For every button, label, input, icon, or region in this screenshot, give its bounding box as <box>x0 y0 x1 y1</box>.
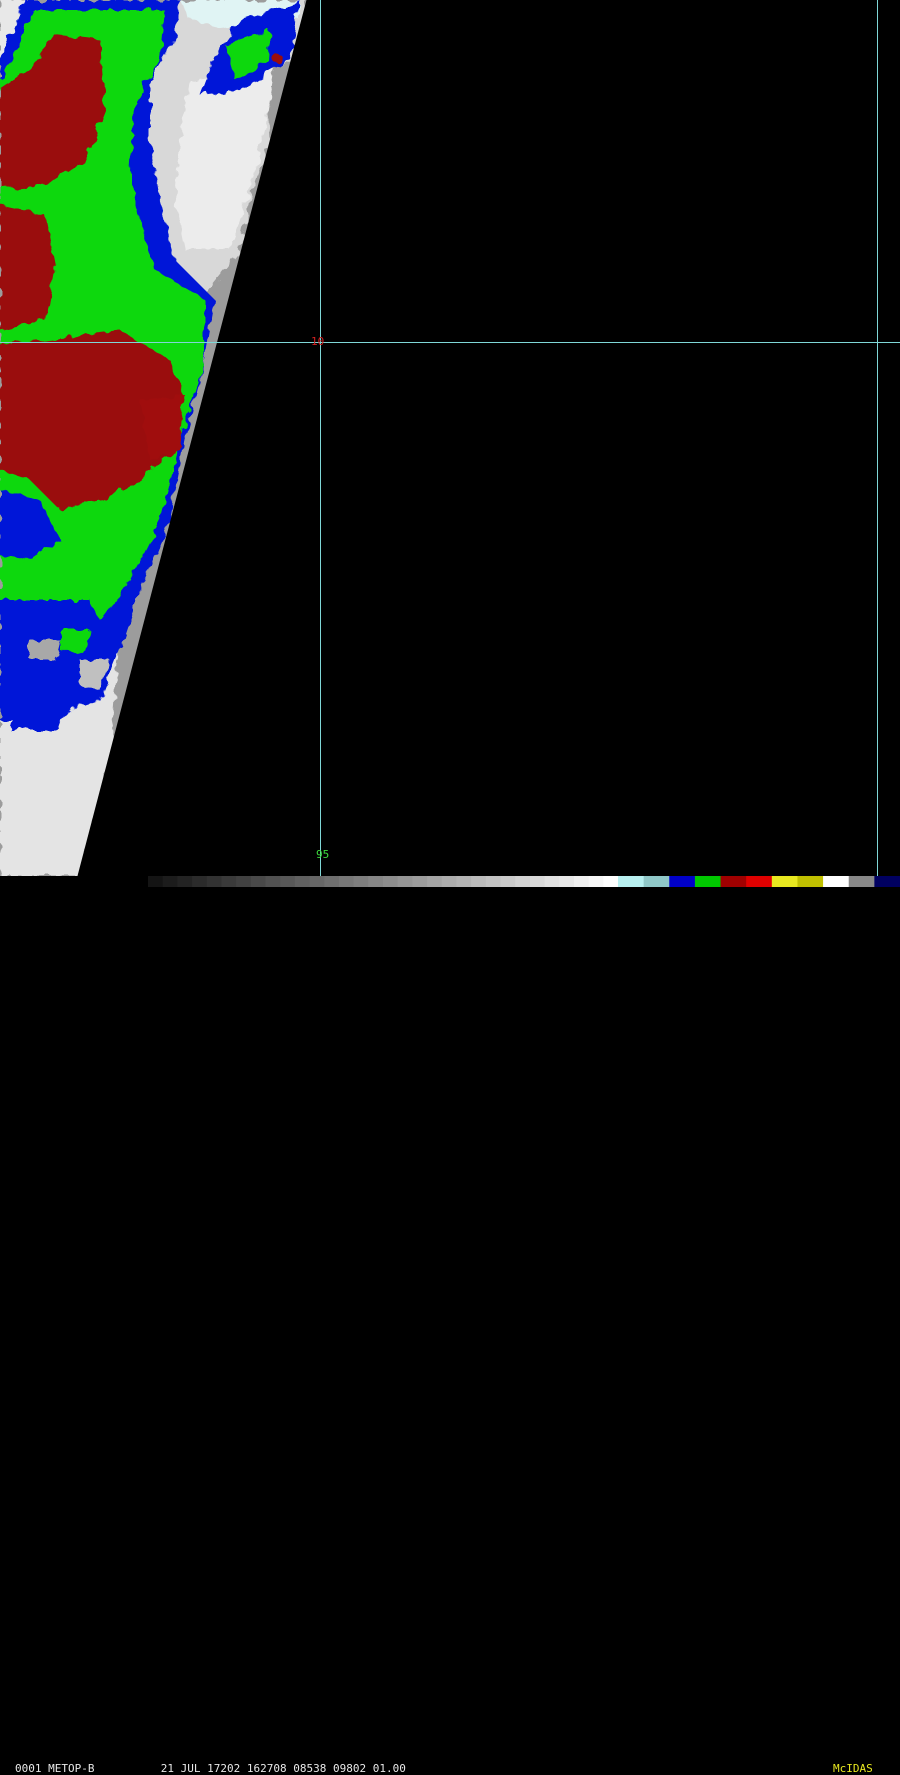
color-bar-segment <box>874 876 900 887</box>
software-label: McIDAS <box>833 1762 873 1775</box>
color-bar-segment <box>427 876 443 887</box>
color-bar-segment <box>383 876 399 887</box>
color-bar-segment <box>148 876 164 887</box>
color-bar-segment <box>643 876 670 887</box>
color-bar-segment <box>559 876 575 887</box>
color-bar-segment <box>618 876 645 887</box>
image-time: 162708 <box>246 1762 287 1775</box>
image-day: 21 <box>160 1762 174 1775</box>
color-bar-segment <box>848 876 875 887</box>
swath-data <box>0 0 307 876</box>
color-bar-segment <box>441 876 457 887</box>
image-info-line: 0001 METOP-B 21 JUL 17202 162708 08538 0… <box>15 1763 406 1775</box>
color-bar-segment <box>368 876 384 887</box>
color-bar-segment <box>236 876 252 887</box>
color-bar-segment <box>471 876 487 887</box>
color-bar-segment <box>250 876 266 887</box>
color-bar-segment <box>544 876 560 887</box>
magnification: 01.00 <box>372 1762 406 1775</box>
color-bar-segment <box>221 876 237 887</box>
color-bar-segment <box>669 876 696 887</box>
color-bar-segment <box>746 876 773 887</box>
color-bar-segment <box>720 876 747 887</box>
color-bar-segment <box>588 876 604 887</box>
color-bar-segment <box>797 876 824 887</box>
color-bar-segment <box>294 876 311 887</box>
color-bar-segment <box>573 876 590 887</box>
color-bar-segment <box>324 876 340 887</box>
image-element: 09802 <box>332 1762 367 1775</box>
color-bar-segment <box>771 876 798 887</box>
color-bar-segment <box>529 876 546 887</box>
color-bar-segment <box>309 876 325 887</box>
julian-date: 17202 <box>207 1762 241 1775</box>
color-bar-segment <box>500 876 516 887</box>
color-bar-segment <box>338 876 355 887</box>
color-bar-segment <box>397 876 413 887</box>
latitude-label: 10 <box>311 335 325 348</box>
color-bar-segment <box>694 876 722 887</box>
satellite-image-viewer: 10 95 0001 METOP-B 21 JUL 17202 162708 0… <box>0 0 900 1775</box>
satellite-image[interactable]: 10 95 <box>0 0 900 876</box>
color-bar-segment <box>265 876 281 887</box>
frame-number: 0001 <box>15 1762 42 1775</box>
color-bar-segment <box>353 876 369 887</box>
color-bar-segment <box>515 876 531 887</box>
infrared-cloud-imagery <box>0 0 900 876</box>
enhancement-color-bar <box>148 876 900 887</box>
satellite-name: METOP-B <box>48 1762 95 1775</box>
color-bar-segment <box>456 876 472 887</box>
color-bar-segment <box>485 876 501 887</box>
image-month: JUL <box>180 1762 201 1775</box>
image-line: 08538 <box>293 1762 327 1775</box>
color-bar-segment <box>162 876 178 887</box>
color-bar-segment <box>192 876 208 887</box>
color-bar-segment <box>177 876 193 887</box>
color-bar-segment <box>603 876 619 887</box>
color-bar-segment <box>206 876 222 887</box>
longitude-label: 95 <box>316 848 330 861</box>
color-bar-segment <box>412 876 428 887</box>
color-bar-segment <box>280 876 296 887</box>
color-bar-segment <box>823 876 850 887</box>
